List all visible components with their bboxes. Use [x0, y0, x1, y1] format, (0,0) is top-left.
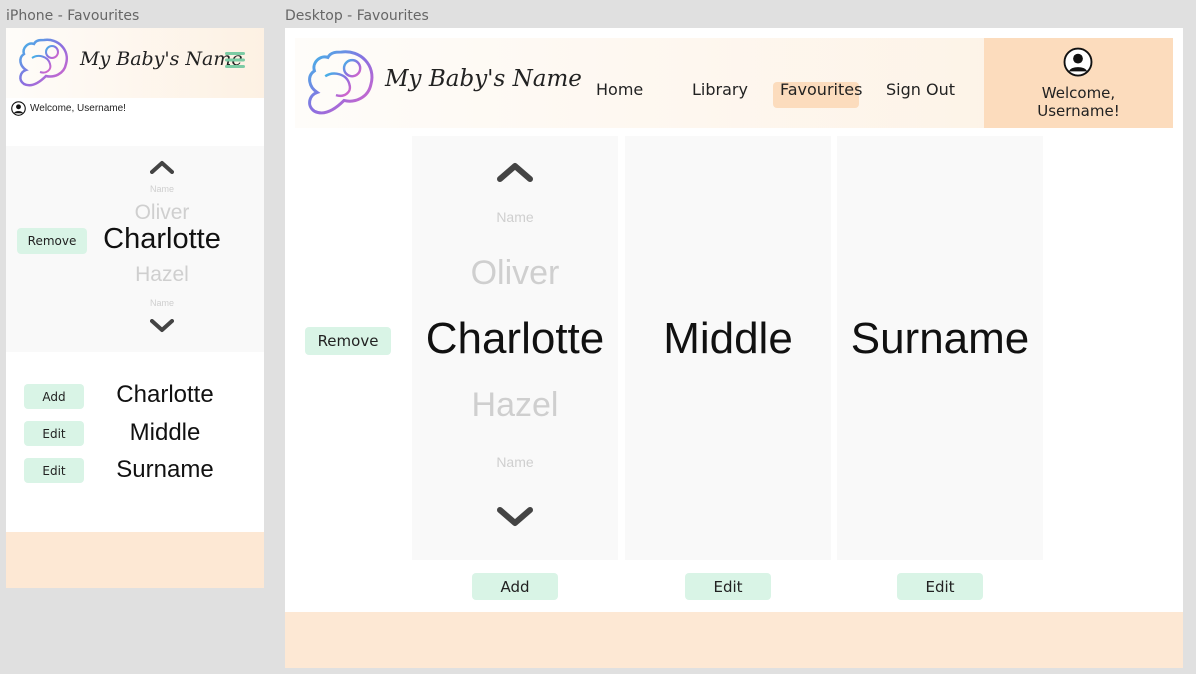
iphone-welcome: Welcome, Username!: [11, 101, 126, 116]
picker-current-name[interactable]: Charlotte: [92, 223, 232, 256]
middle-name-column[interactable]: Middle: [625, 136, 831, 560]
welcome-panel: Welcome, Username!: [984, 38, 1173, 128]
add-button[interactable]: Add: [24, 384, 84, 409]
edit-surname-button[interactable]: Edit: [24, 458, 84, 483]
surname-value: Surname: [116, 456, 214, 483]
baby-logo-icon: [19, 38, 69, 87]
desktop-footer: [285, 612, 1183, 668]
edit-surname-button[interactable]: Edit: [897, 573, 983, 600]
picker-label-top: Name: [496, 209, 534, 225]
surname-column[interactable]: Surname: [837, 136, 1043, 560]
first-name-value: Charlotte: [116, 381, 214, 408]
picker-next-name[interactable]: Hazel: [112, 263, 212, 287]
user-avatar-icon[interactable]: [1063, 47, 1093, 77]
logo-text: My Baby's Name: [385, 66, 582, 92]
picker-next-name[interactable]: Hazel: [412, 386, 618, 425]
picker-label-bottom: Name: [149, 298, 174, 308]
picker-prev-name[interactable]: Oliver: [112, 201, 212, 225]
hamburger-menu-icon[interactable]: [225, 52, 245, 68]
picker-current-name[interactable]: Charlotte: [412, 314, 618, 364]
chevron-up-icon[interactable]: [150, 160, 174, 174]
iphone-frame-label: iPhone - Favourites: [6, 8, 140, 24]
picker-label-top: Name: [149, 184, 174, 194]
edit-middle-button[interactable]: Edit: [685, 573, 771, 600]
nav-library[interactable]: Library: [692, 80, 748, 99]
welcome-line2: Username!: [1037, 102, 1120, 120]
chevron-up-icon[interactable]: [497, 162, 533, 182]
baby-logo-icon: [308, 50, 374, 115]
welcome-line1: Welcome,: [1041, 84, 1116, 102]
desktop-frame: My Baby's Name Home Library Favourites S…: [285, 28, 1183, 668]
logo-text: My Baby's Name: [80, 48, 243, 70]
surname-value: Surname: [850, 314, 1030, 363]
middle-name-value: Middle: [129, 419, 201, 446]
user-avatar-icon[interactable]: [11, 101, 26, 116]
first-name-column[interactable]: Name Oliver Charlotte Hazel Name: [412, 136, 618, 560]
welcome-text: Welcome, Username!: [30, 103, 126, 114]
nav-home[interactable]: Home: [596, 80, 643, 99]
desktop-header: My Baby's Name Home Library Favourites S…: [295, 38, 1173, 128]
desktop-frame-label: Desktop - Favourites: [285, 8, 429, 24]
iphone-name-picker[interactable]: Name Oliver Remove Charlotte Hazel Name: [6, 146, 264, 352]
nav-favourites[interactable]: Favourites: [780, 80, 862, 99]
remove-button[interactable]: Remove: [305, 327, 391, 355]
chevron-down-icon[interactable]: [497, 507, 533, 527]
nav-signout[interactable]: Sign Out: [886, 80, 955, 99]
remove-button[interactable]: Remove: [17, 228, 87, 254]
iphone-footer: [6, 532, 264, 588]
picker-prev-name[interactable]: Oliver: [412, 254, 618, 293]
iphone-frame: My Baby's Name Welcome, Username! Name O…: [6, 28, 264, 588]
iphone-header: My Baby's Name: [6, 28, 264, 98]
add-button[interactable]: Add: [472, 573, 558, 600]
middle-name-value: Middle: [663, 314, 793, 363]
edit-middle-button[interactable]: Edit: [24, 421, 84, 446]
chevron-down-icon[interactable]: [150, 319, 174, 333]
picker-label-bottom: Name: [496, 454, 534, 470]
